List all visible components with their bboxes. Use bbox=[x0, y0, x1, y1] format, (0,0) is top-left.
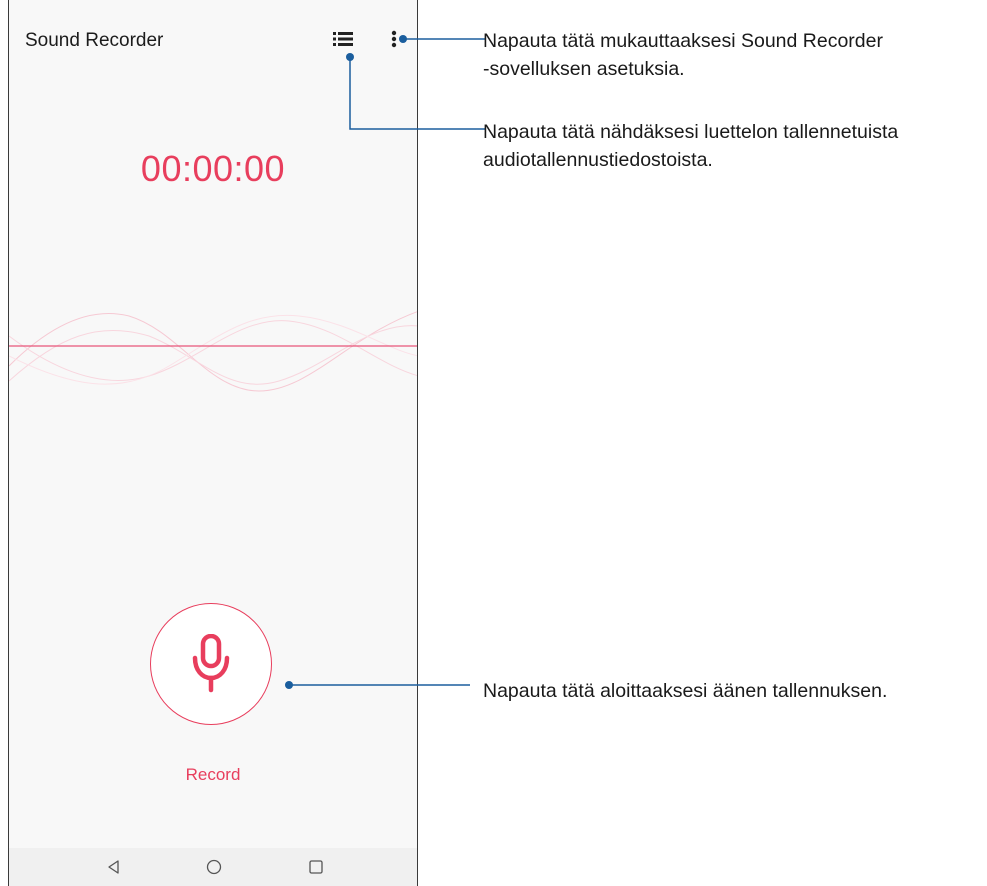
list-callout-text: Napauta tätä nähdäksesi luettelon tallen… bbox=[483, 118, 898, 174]
settings-callout-line1: Napauta tätä mukauttaaksesi Sound Record… bbox=[483, 30, 883, 52]
settings-callout-line2: -sovelluksen asetuksia. bbox=[483, 58, 685, 80]
record-callout-line: Napauta tätä aloittaaksesi äänen tallenn… bbox=[483, 680, 888, 702]
record-button[interactable] bbox=[150, 603, 272, 725]
back-triangle-icon[interactable] bbox=[105, 858, 123, 876]
more-vert-icon[interactable] bbox=[389, 27, 403, 51]
waveform-visualizer bbox=[9, 311, 417, 392]
guide-canvas: Sound Recorder 00:00:00 Record Napauta t… bbox=[0, 0, 987, 886]
record-callout-text: Napauta tätä aloittaaksesi äänen tallenn… bbox=[483, 677, 887, 705]
recording-timer: 00:00:00 bbox=[140, 148, 286, 189]
home-circle-icon[interactable] bbox=[205, 858, 223, 876]
app-title: Sound Recorder bbox=[25, 30, 164, 51]
settings-callout-text: Napauta tätä mukauttaaksesi Sound Record… bbox=[483, 27, 883, 83]
list-callout-line2: audiotallennustiedostoista. bbox=[483, 149, 713, 171]
navigation-bar bbox=[9, 848, 417, 886]
record-label: Record bbox=[185, 765, 241, 784]
list-callout-line1: Napauta tätä nähdäksesi luettelon tallen… bbox=[483, 121, 899, 143]
phone-screen: Sound Recorder 00:00:00 Record bbox=[8, 0, 418, 886]
recents-square-icon[interactable] bbox=[307, 858, 325, 876]
microphone-icon bbox=[192, 634, 230, 693]
list-icon[interactable] bbox=[331, 27, 355, 51]
app-bar: Sound Recorder bbox=[9, 0, 417, 82]
